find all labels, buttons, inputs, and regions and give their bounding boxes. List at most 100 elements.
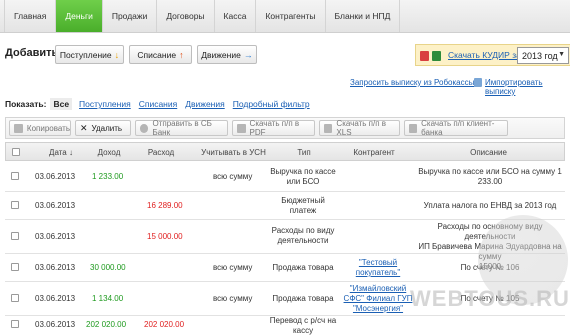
year-value: 2013 год — [522, 50, 558, 61]
download-client-label: Скачать п/п клиент-банка — [421, 119, 495, 137]
watermark-text: WEBTOUS.RU — [410, 286, 570, 311]
row-type: Перевод с р/сч на кассу — [269, 316, 337, 335]
tab-sales[interactable]: Продажи — [103, 0, 158, 32]
send-bank-button[interactable]: Отправить в СБ Банк — [135, 119, 228, 137]
writeoff-label: Списание — [137, 49, 177, 60]
copy-button[interactable]: Копировать — [9, 120, 71, 136]
filter-advanced[interactable]: Подробный фильтр — [233, 99, 310, 109]
row-date: 03.06.2013 — [35, 172, 76, 181]
row-checkbox[interactable] — [11, 172, 19, 180]
tab-counterparties[interactable]: Контрагенты — [256, 0, 326, 32]
row-income: 1 134.00 — [92, 294, 124, 303]
table-row[interactable]: 03.06.2013 1 233.00 всю сумму Выручка по… — [5, 162, 565, 192]
add-title: Добавить — [5, 47, 59, 59]
row-date: 03.06.2013 — [35, 232, 76, 241]
row-date: 03.06.2013 — [35, 201, 76, 210]
row-usn: всю сумму — [213, 294, 253, 303]
row-checkbox[interactable] — [11, 232, 19, 240]
filter-income[interactable]: Поступления — [79, 99, 131, 109]
header-counterparty: Контрагент — [353, 148, 395, 157]
row-usn: всю сумму — [213, 263, 253, 272]
row-type: Бюджетный платеж — [281, 196, 325, 215]
xls-icon — [324, 123, 333, 133]
arrow-down-icon: ↓ — [114, 49, 120, 60]
pdf-icon — [237, 123, 246, 133]
delete-icon: ✕ — [80, 122, 88, 133]
send-bank-label: Отправить в СБ Банк — [152, 119, 212, 137]
tab-money[interactable]: Деньги — [56, 0, 103, 32]
row-date: 03.06.2013 — [35, 263, 76, 272]
row-income: 202 020.00 — [86, 320, 127, 329]
delete-label: Удалить — [91, 123, 123, 133]
row-checkbox[interactable] — [11, 201, 19, 209]
year-select[interactable]: 2013 год ▼ — [517, 47, 569, 64]
row-expense: 202 020.00 — [144, 320, 185, 329]
row-date: 03.06.2013 — [35, 320, 76, 329]
row-usn: всю сумму — [213, 172, 253, 181]
kudir-panel: Скачать КУДИР за 2013 год ▼ — [415, 44, 570, 66]
tab-cashbox[interactable]: Касса — [215, 0, 257, 32]
writeoff-button[interactable]: Списание ↑ — [129, 45, 192, 64]
header-description: Описание — [470, 148, 507, 157]
robokassa-link[interactable]: Запросить выписку из Робокассы — [350, 78, 474, 87]
import-icon — [474, 78, 482, 87]
import-link[interactable]: Импортировать выписку — [485, 78, 570, 96]
top-nav: Главная Деньги Продажи Договоры Касса Ко… — [0, 0, 570, 33]
select-all-checkbox[interactable] — [12, 148, 20, 156]
header-usn: Учитывать в УСН — [201, 148, 266, 157]
download-pdf-button[interactable]: Скачать п/п в PDF — [232, 119, 315, 137]
table-row[interactable]: 03.06.2013 16 289.00 Бюджетный платеж Упл… — [5, 192, 565, 220]
download-pdf-label: Скачать п/п в PDF — [249, 119, 300, 137]
add-section: Добавить Поступление ↓ Списание ↑ Движен… — [5, 42, 570, 66]
download-xls-button[interactable]: Скачать п/п в XLS — [319, 119, 400, 137]
row-income: 1 233.00 — [92, 172, 124, 181]
table-header: Дата ↓ Доход Расход Учитывать в УСН Тип … — [5, 142, 565, 161]
row-expense: 15 000.00 — [147, 232, 183, 241]
bank-icon — [409, 123, 418, 133]
download-client-bank-button[interactable]: Скачать п/п клиент-банка — [404, 119, 508, 137]
row-income: 30 000.00 — [90, 263, 126, 272]
movement-button[interactable]: Движение → — [197, 45, 257, 64]
copy-label: Копировать — [26, 123, 70, 133]
header-type: Тип — [297, 148, 311, 157]
download-xls-label: Скачать п/п в XLS — [336, 119, 387, 137]
chevron-down-icon: ▼ — [558, 51, 565, 58]
copy-icon — [14, 123, 23, 133]
header-expense: Расход — [147, 148, 175, 157]
row-checkbox[interactable] — [11, 294, 19, 302]
row-expense: 16 289.00 — [147, 201, 183, 210]
row-type: Продажа товара — [272, 263, 334, 272]
kudir-download-link[interactable]: Скачать КУДИР за — [448, 50, 521, 60]
row-type: Выручка по кассе или БСО — [270, 167, 336, 186]
xls-icon[interactable] — [432, 51, 441, 61]
action-toolbar: Копировать ✕ Удалить Отправить в СБ Банк… — [5, 117, 565, 139]
row-type: Продажа товара — [272, 294, 334, 303]
tab-contracts[interactable]: Договоры — [157, 0, 215, 32]
tab-forms[interactable]: Бланки и НПД — [326, 0, 401, 32]
row-date: 03.06.2013 — [35, 294, 76, 303]
counterparty-link[interactable]: "Тестовый покупатель" — [343, 258, 413, 278]
arrow-right-icon: → — [243, 49, 253, 60]
row-description: Выручка по кассе или БСО на сумму 1 233.0… — [418, 167, 562, 186]
row-checkbox[interactable] — [11, 320, 19, 328]
row-checkbox[interactable] — [11, 263, 19, 271]
filter-writeoffs[interactable]: Списания — [139, 99, 178, 109]
filter-label: Показать: — [5, 99, 47, 109]
arrow-up-icon: ↑ — [179, 49, 184, 60]
send-icon — [140, 123, 149, 133]
income-label: Поступление — [59, 49, 112, 60]
table-row[interactable]: 03.06.2013 202 020.00 202 020.00 Перевод… — [5, 316, 565, 335]
header-date[interactable]: Дата ↓ — [36, 148, 86, 157]
movement-label: Движение — [201, 49, 241, 60]
counterparty-link[interactable]: "Измайловский СФС" Филиал ГУП "Мосэнергия" — [343, 284, 413, 314]
filter-all[interactable]: Все — [50, 98, 73, 110]
header-income: Доход — [97, 148, 121, 157]
row-type: Расходы по виду деятельности — [271, 226, 335, 245]
pdf-icon[interactable] — [420, 51, 429, 61]
filter-movements[interactable]: Движения — [185, 99, 224, 109]
row-description: Уплата налога по ЕНВД за 2013 год — [423, 201, 557, 210]
delete-button[interactable]: ✕ Удалить — [75, 120, 131, 136]
tab-home[interactable]: Главная — [4, 0, 57, 32]
filter-bar: Показать: Все Поступления Списания Движе… — [5, 98, 318, 110]
income-button[interactable]: Поступление ↓ — [55, 45, 124, 64]
